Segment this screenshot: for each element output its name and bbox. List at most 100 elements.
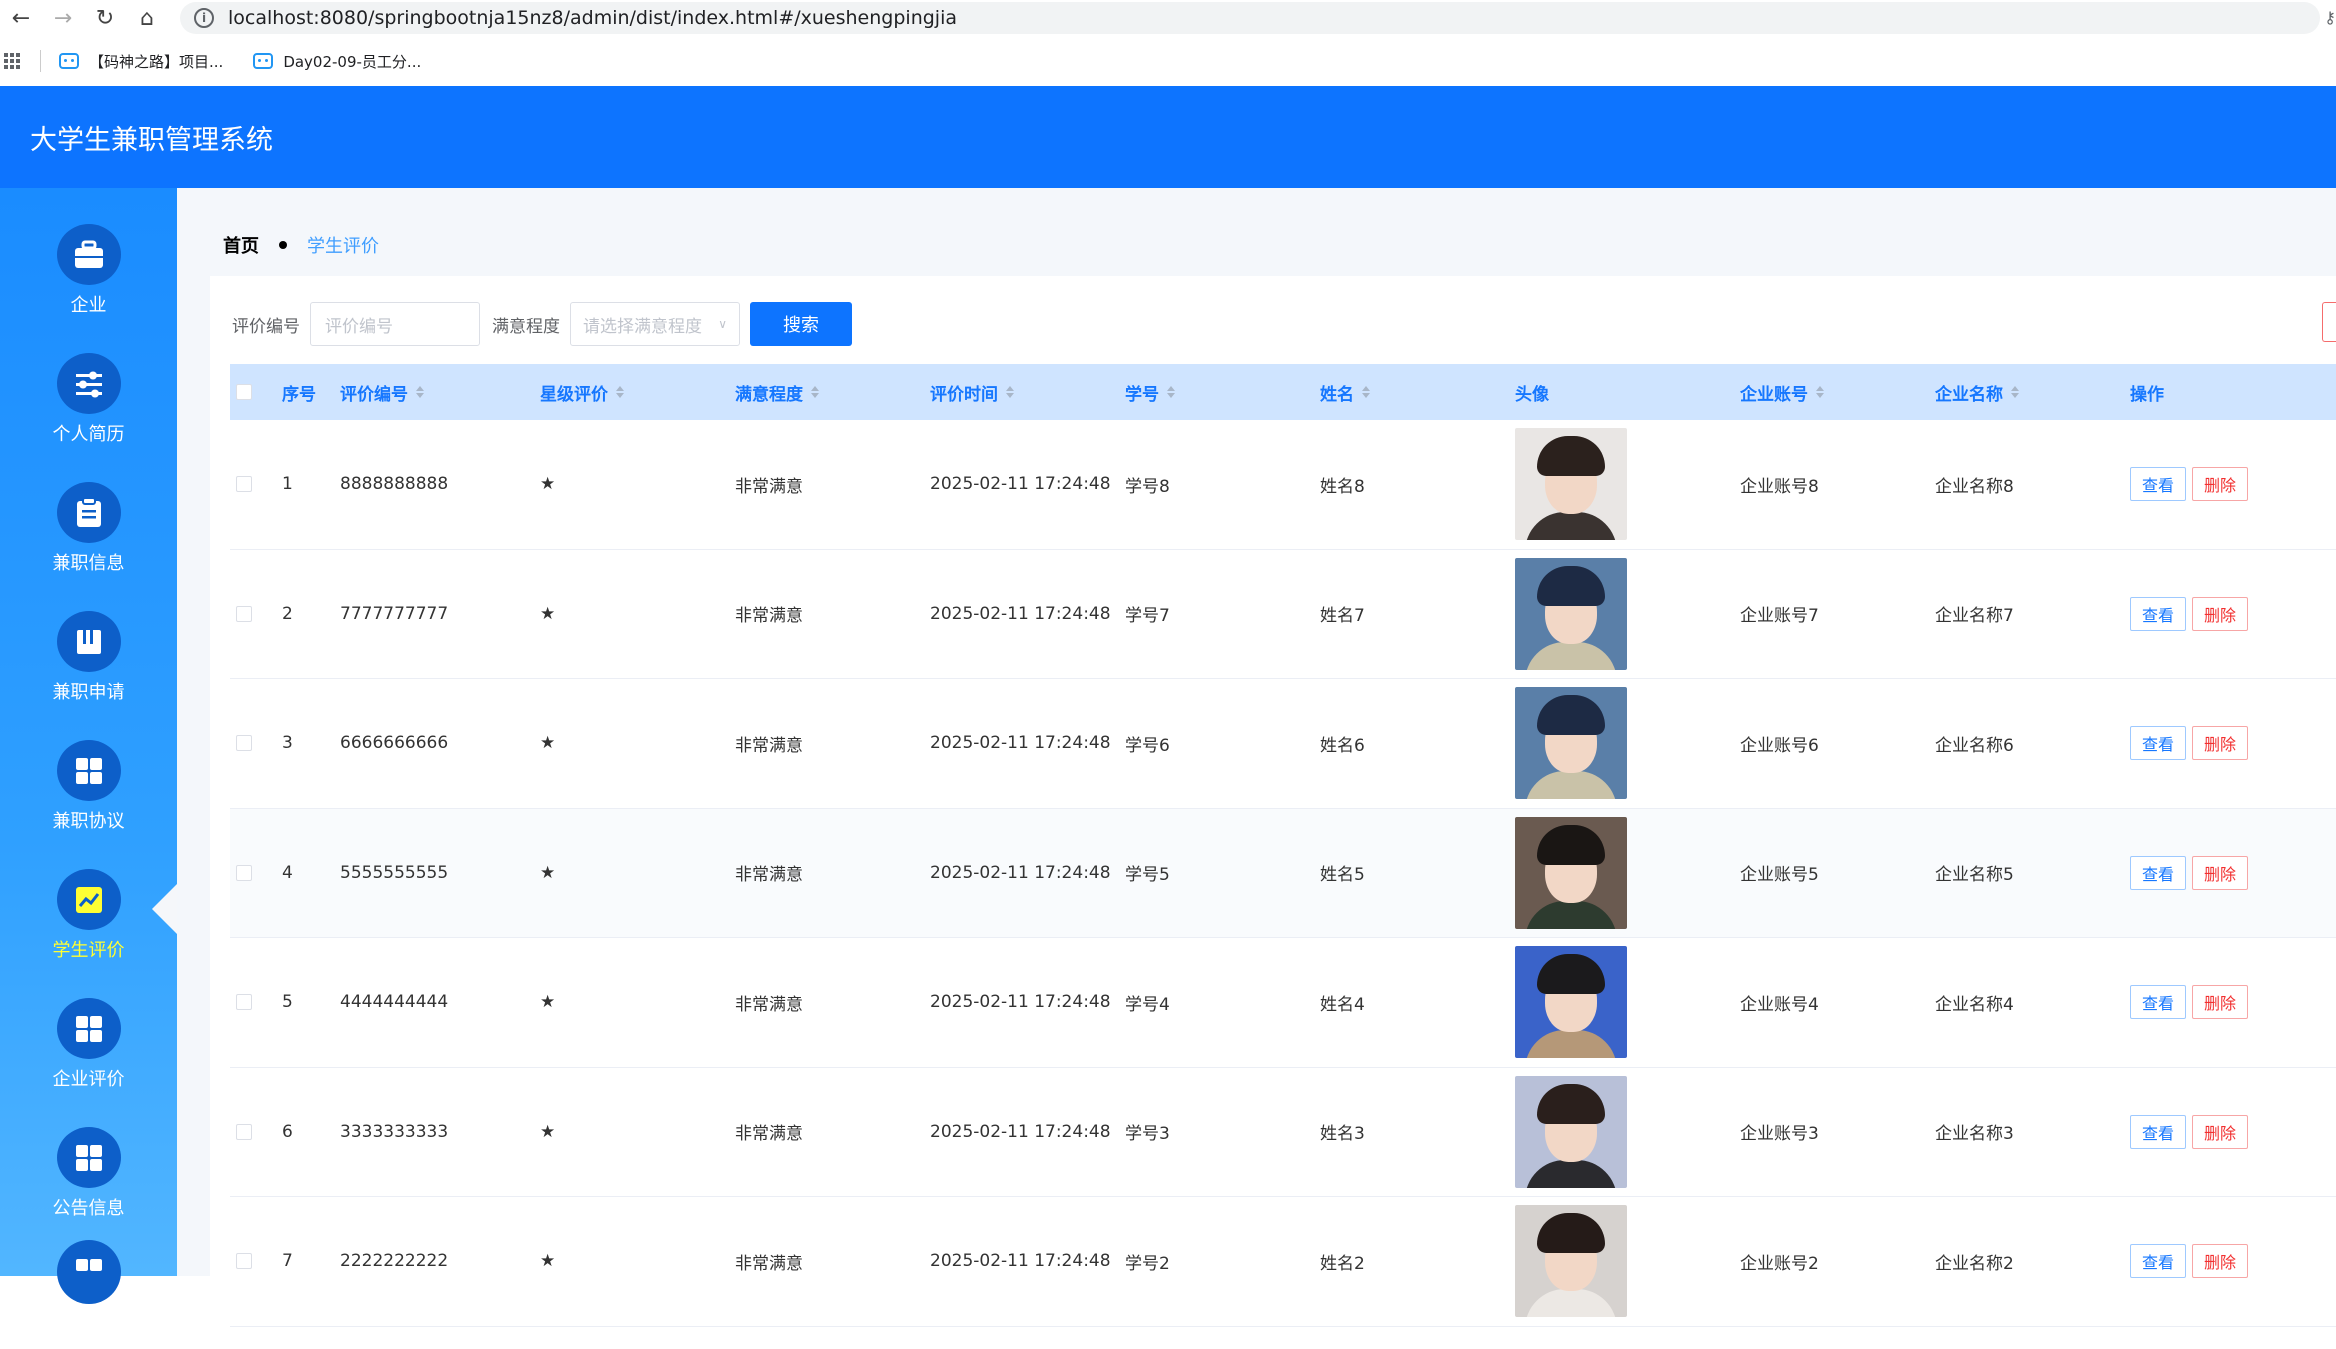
row-code: 6666666666	[340, 733, 449, 754]
row-name: 姓名5	[1320, 865, 1365, 886]
view-button[interactable]: 查看	[2130, 467, 2186, 502]
table-row: 5 4444444444 ★ 非常满意 2025-02-11 17:24:48 学号4 姓名…	[230, 938, 2336, 1068]
row-code: 7777777777	[340, 603, 449, 624]
view-button[interactable]: 查看	[2130, 985, 2186, 1020]
row-checkbox[interactable]	[236, 605, 252, 622]
sort-icon[interactable]	[1816, 386, 1824, 398]
code-label: 评价编号	[232, 316, 300, 337]
row-checkbox[interactable]	[236, 1123, 252, 1140]
table-header: 序号 评价编号 星级评价 满意程度 评价时间 学号 姓名 头像 企业账号 企业名…	[230, 364, 2336, 420]
delete-button[interactable]: 删除	[2192, 596, 2248, 631]
row-checkbox[interactable]	[236, 1253, 252, 1270]
view-button[interactable]: 查看	[2130, 726, 2186, 761]
row-company: 企业名称8	[1935, 476, 2014, 497]
briefcase-icon	[56, 224, 121, 285]
breadcrumb-home[interactable]: 首页	[223, 232, 259, 258]
sidebar-item-company-review[interactable]: 企业评价	[0, 962, 177, 1091]
avatar	[1515, 816, 1627, 929]
header-time[interactable]: 评价时间	[930, 380, 1125, 405]
sidebar-item-notice[interactable]: 公告信息	[0, 1091, 177, 1220]
view-button[interactable]: 查看	[2130, 1244, 2186, 1279]
header-name[interactable]: 姓名	[1320, 380, 1515, 405]
row-actions: 查看 删除	[2130, 985, 2336, 1020]
row-name: 姓名3	[1320, 1124, 1365, 1145]
row-account: 企业账号6	[1740, 735, 1819, 756]
sort-icon[interactable]	[1167, 386, 1175, 398]
row-check-cell	[230, 1123, 282, 1140]
table-row: 1 8888888888 ★ 非常满意 2025-02-11 17:24:48 学号8 姓名…	[230, 420, 2336, 550]
delete-button[interactable]: 删除	[2192, 855, 2248, 890]
sidebar-item-label: 公告信息	[52, 1198, 125, 1219]
view-button[interactable]: 查看	[2130, 596, 2186, 631]
bookmark-item[interactable]: 【码神之路】项目...	[59, 51, 223, 72]
row-checkbox[interactable]	[236, 476, 252, 493]
grid-icon	[56, 1127, 121, 1188]
back-icon[interactable]: ←	[0, 0, 42, 36]
delete-button[interactable]: 删除	[2192, 985, 2248, 1020]
row-time: 2025-02-11 17:24:48	[930, 1251, 1111, 1272]
sort-icon[interactable]	[616, 386, 624, 398]
address-bar[interactable]: i localhost:8080/springbootnja15nz8/admi…	[180, 2, 2320, 34]
sort-icon[interactable]	[2011, 386, 2019, 398]
header-star[interactable]: 星级评价	[540, 380, 735, 405]
delete-button[interactable]: 删除	[2192, 1244, 2248, 1279]
key-icon[interactable]: ⚷	[2324, 8, 2336, 27]
bookmarks-bar: 【码神之路】项目... Day02-09-员工分...	[0, 36, 2336, 86]
row-star: ★	[540, 992, 556, 1013]
sort-icon[interactable]	[416, 386, 424, 398]
row-name: 姓名6	[1320, 735, 1365, 756]
row-time: 2025-02-11 17:24:48	[930, 992, 1111, 1013]
home-icon[interactable]: ⌂	[126, 0, 168, 36]
avatar	[1515, 1075, 1627, 1188]
row-star: ★	[540, 1121, 556, 1142]
sidebar-item-job-info[interactable]: 兼职信息	[0, 446, 177, 575]
sidebar-item-job-agreement[interactable]: 兼职协议	[0, 704, 177, 833]
select-all-checkbox[interactable]	[236, 384, 252, 400]
toolbar-button-partial[interactable]	[2322, 302, 2336, 342]
sidebar-item-company[interactable]: 企业	[0, 188, 177, 317]
row-avatar-cell	[1515, 687, 1740, 800]
sidebar-item-resume[interactable]: 个人简历	[0, 317, 177, 446]
delete-button[interactable]: 删除	[2192, 1114, 2248, 1149]
row-checkbox[interactable]	[236, 994, 252, 1011]
row-actions: 查看 删除	[2130, 726, 2336, 761]
header-satisfaction[interactable]: 满意程度	[735, 380, 930, 405]
header-account[interactable]: 企业账号	[1740, 380, 1935, 405]
row-index: 4	[282, 862, 293, 883]
row-star: ★	[540, 1251, 556, 1272]
code-search-input[interactable]: 评价编号	[310, 302, 480, 346]
code-placeholder: 评价编号	[325, 316, 393, 337]
row-checkbox[interactable]	[236, 864, 252, 881]
review-table: 序号 评价编号 星级评价 满意程度 评价时间 学号 姓名 头像 企业账号 企业名…	[230, 364, 2336, 1327]
apps-icon[interactable]	[4, 53, 20, 69]
bookmark-item[interactable]: Day02-09-员工分...	[253, 51, 421, 72]
row-account: 企业账号4	[1740, 994, 1819, 1015]
delete-button[interactable]: 删除	[2192, 467, 2248, 502]
forward-icon[interactable]: →	[42, 0, 84, 36]
sidebar-item-job-apply[interactable]: 兼职申请	[0, 575, 177, 704]
satisfaction-select[interactable]: 请选择满意程度 ∨	[570, 302, 740, 346]
sidebar-item-more[interactable]	[0, 1220, 177, 1349]
header-code[interactable]: 评价编号	[340, 380, 540, 405]
reload-icon[interactable]: ↻	[84, 0, 126, 36]
site-info-icon[interactable]: i	[194, 8, 214, 28]
header-company[interactable]: 企业名称	[1935, 380, 2130, 405]
row-checkbox[interactable]	[236, 735, 252, 752]
delete-button[interactable]: 删除	[2192, 726, 2248, 761]
sort-icon[interactable]	[811, 386, 819, 398]
sidebar-item-label: 兼职协议	[52, 811, 125, 832]
avatar	[1515, 687, 1627, 800]
header-student-no[interactable]: 学号	[1125, 380, 1320, 405]
table-row: 2 7777777777 ★ 非常满意 2025-02-11 17:24:48 学号7 姓名…	[230, 550, 2336, 679]
sort-icon[interactable]	[1006, 386, 1014, 398]
browser-toolbar: ← → ↻ ⌂ i localhost:8080/springbootnja15…	[0, 0, 2336, 36]
row-name: 姓名8	[1320, 476, 1365, 497]
sort-icon[interactable]	[1362, 386, 1370, 398]
view-button[interactable]: 查看	[2130, 1114, 2186, 1149]
header-actions: 操作	[2130, 384, 2164, 405]
view-button[interactable]: 查看	[2130, 855, 2186, 890]
search-button[interactable]: 搜索	[750, 302, 852, 346]
sidebar-item-label: 企业	[70, 295, 107, 316]
avatar	[1515, 946, 1627, 1059]
sidebar-item-student-review[interactable]: 学生评价	[0, 833, 178, 962]
